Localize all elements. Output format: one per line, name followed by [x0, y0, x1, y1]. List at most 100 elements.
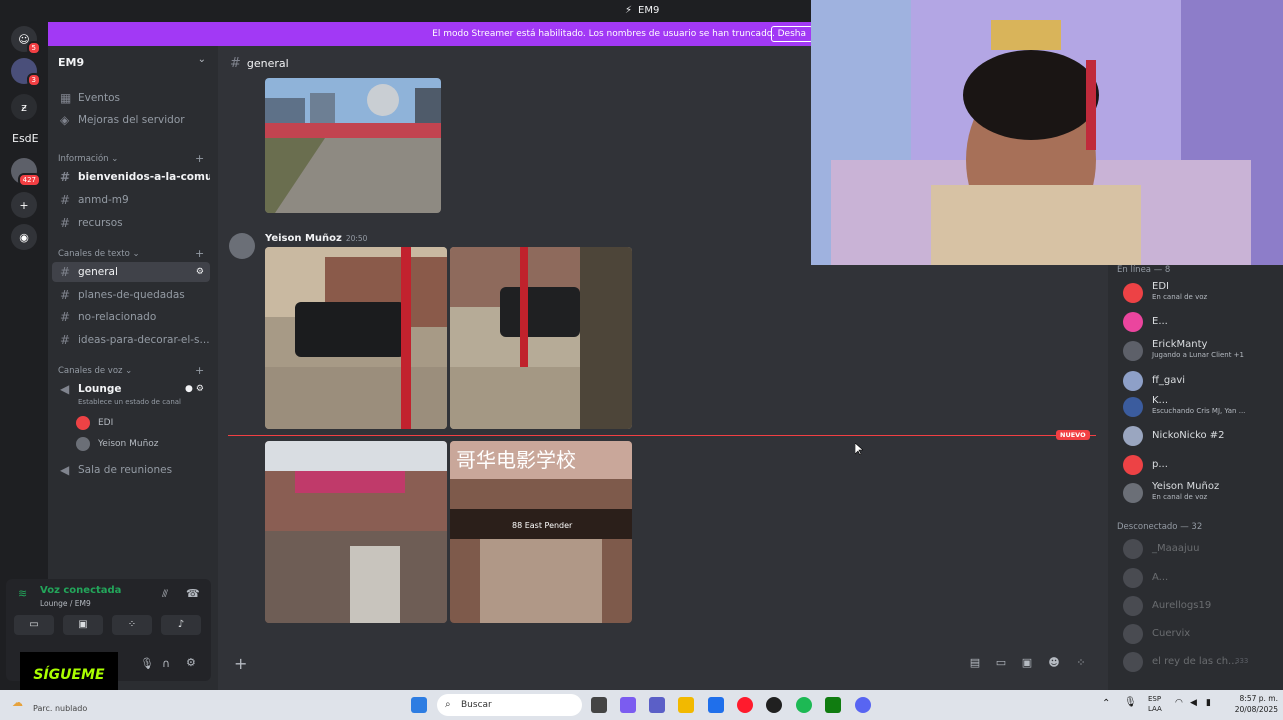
- attachment-image-5[interactable]: 哥华电影学校 88 East Pender: [450, 441, 632, 623]
- user-settings-icon[interactable]: ⚙: [186, 656, 196, 669]
- voice-user-yeison[interactable]: Yeison Muñoz: [76, 436, 159, 452]
- member-item[interactable]: p...: [1123, 453, 1278, 477]
- sticker-icon[interactable]: ▣: [1020, 657, 1034, 669]
- gif-icon[interactable]: ▭: [994, 657, 1008, 669]
- add-channel-icon[interactable]: +: [195, 247, 204, 260]
- attach-plus-button[interactable]: +: [234, 654, 247, 673]
- battery-icon[interactable]: ▮: [1206, 698, 1211, 708]
- language-indicator[interactable]: ESP: [1148, 695, 1161, 703]
- discover-button[interactable]: ◉: [11, 224, 37, 250]
- discord-icon: ⚡: [625, 5, 633, 16]
- member-item[interactable]: NickoNicko #2: [1123, 424, 1278, 448]
- sidebar-item-events[interactable]: ▦ Eventos: [52, 88, 210, 108]
- member-item[interactable]: EDI En canal de voz: [1123, 281, 1278, 305]
- discord-taskbar-icon[interactable]: [855, 697, 871, 713]
- screen-share-button[interactable]: ▣: [63, 615, 103, 635]
- channel-anmd-m9[interactable]: # anmd-m9: [52, 190, 210, 210]
- member-name: EDI: [1152, 281, 1169, 292]
- server-icon-1[interactable]: 3: [11, 58, 41, 87]
- camera-button[interactable]: ▭: [14, 615, 54, 635]
- disable-streamer-button[interactable]: Desha: [770, 26, 813, 42]
- offline-member-item[interactable]: Cuervix: [1123, 622, 1278, 646]
- activities-button[interactable]: ⁘: [112, 615, 152, 635]
- offline-member-item[interactable]: el rey de las ch...: [1123, 650, 1278, 674]
- channel-general[interactable]: # general ⚙: [52, 262, 210, 282]
- edge-icon[interactable]: [708, 697, 724, 713]
- add-server-button[interactable]: +: [11, 192, 37, 218]
- server-folder-esde[interactable]: EsdE: [12, 132, 39, 145]
- add-channel-icon[interactable]: +: [195, 364, 204, 377]
- soundboard-button[interactable]: ♪: [161, 615, 201, 635]
- taskbar-time[interactable]: 8:57 p. m.: [1228, 694, 1278, 703]
- offline-member-item[interactable]: Aurellogs19: [1123, 594, 1278, 618]
- settings-icon[interactable]: ⚙: [196, 262, 204, 282]
- voice-channel-path[interactable]: Lounge / EM9: [40, 599, 91, 608]
- member-name: el rey de las ch...: [1152, 656, 1238, 667]
- file-explorer-icon[interactable]: [678, 697, 694, 713]
- server-badge: 427: [17, 173, 41, 187]
- copilot-icon[interactable]: [620, 697, 636, 713]
- channel-ideas[interactable]: # ideas-para-decorar-el-s...: [52, 330, 210, 350]
- weather-icon[interactable]: ☁: [12, 696, 23, 709]
- volume-icon[interactable]: ◀: [1190, 698, 1197, 708]
- channel-planes[interactable]: # planes-de-quedadas: [52, 285, 210, 305]
- teams-icon[interactable]: [649, 697, 665, 713]
- offline-member-item[interactable]: A...: [1123, 566, 1278, 590]
- category-voice[interactable]: Canales de voz ⌄ +: [58, 364, 204, 377]
- start-button[interactable]: [411, 697, 427, 713]
- microphone-tray-icon[interactable]: 🎙: [1124, 697, 1137, 708]
- member-item[interactable]: ff_gavi: [1123, 369, 1278, 393]
- obs-icon[interactable]: [766, 697, 782, 713]
- headphones-icon[interactable]: ∩: [162, 657, 170, 670]
- channel-no-relacionado[interactable]: # no-relacionado: [52, 307, 210, 327]
- member-name: K...: [1152, 395, 1169, 406]
- chevron-down-icon[interactable]: ⌄: [198, 54, 206, 65]
- attachment-image-2[interactable]: [265, 247, 447, 429]
- channel-recursos[interactable]: # recursos: [52, 213, 210, 233]
- spotify-icon[interactable]: [796, 697, 812, 713]
- task-view-icon[interactable]: [591, 697, 607, 713]
- member-item[interactable]: E...: [1123, 310, 1278, 334]
- channel-bienvenidos[interactable]: #bienvenidos-a-la-comun...: [52, 167, 210, 187]
- direct-messages-button[interactable]: ☺ 5: [11, 26, 41, 55]
- category-text[interactable]: Canales de texto ⌄ +: [58, 247, 204, 260]
- message-author[interactable]: Yeison Muñoz 20:50: [265, 233, 367, 244]
- disconnect-icon[interactable]: ☎: [186, 587, 200, 600]
- settings-icon[interactable]: ● ⚙: [185, 379, 204, 399]
- category-info[interactable]: Información ⌄ +: [58, 152, 204, 165]
- hash-icon: #: [60, 265, 71, 279]
- avatar: [1123, 539, 1143, 559]
- member-item[interactable]: K... Escuchando Cris MJ, Yan ...: [1123, 395, 1278, 419]
- voice-status-text[interactable]: Establece un estado de canal: [78, 398, 181, 406]
- attachment-image-1[interactable]: [265, 78, 441, 213]
- voice-status[interactable]: Voz conectada: [40, 585, 121, 596]
- sidebar-item-boosts[interactable]: ◈ Mejoras del servidor: [52, 110, 210, 130]
- member-name: Yeison Muñoz: [1152, 481, 1220, 492]
- taskbar-date[interactable]: 20/08/2025: [1228, 705, 1278, 714]
- server-icon-3[interactable]: 427: [11, 158, 41, 187]
- server-name[interactable]: EM9: [58, 56, 84, 69]
- offline-member-item[interactable]: _Maaajuu: [1123, 537, 1278, 561]
- attachment-image-3[interactable]: [450, 247, 632, 429]
- opera-icon[interactable]: [737, 697, 753, 713]
- wifi-icon[interactable]: ◠: [1175, 698, 1183, 708]
- member-item[interactable]: Yeison Muñoz En canal de voz: [1123, 481, 1278, 505]
- chevron-up-icon[interactable]: ⌃: [1102, 698, 1110, 709]
- microphone-icon[interactable]: 🎙: [140, 657, 154, 670]
- server-icon-em9[interactable]: ƶ: [11, 94, 37, 120]
- member-item[interactable]: ErickManty Jugando a Lunar Client +1: [1123, 339, 1278, 363]
- layout-indicator[interactable]: LAA: [1148, 705, 1162, 713]
- gift-icon[interactable]: ▤: [968, 657, 982, 669]
- xbox-icon[interactable]: [825, 697, 841, 713]
- taskbar-search[interactable]: ⌕ Buscar: [437, 694, 582, 716]
- noise-suppression-icon[interactable]: ⫻: [162, 589, 168, 600]
- voice-user-edi[interactable]: EDI: [76, 415, 113, 431]
- voice-channel-lounge[interactable]: ◀ Lounge ● ⚙: [52, 379, 210, 399]
- apps-icon[interactable]: ⁘: [1074, 657, 1088, 669]
- voice-channel-sala[interactable]: ◀ Sala de reuniones: [52, 460, 210, 480]
- weather-text[interactable]: Parc. nublado: [33, 704, 87, 713]
- author-avatar[interactable]: [229, 233, 255, 259]
- attachment-image-4[interactable]: [265, 441, 447, 623]
- add-channel-icon[interactable]: +: [195, 152, 204, 165]
- emoji-icon[interactable]: ☻: [1047, 657, 1061, 669]
